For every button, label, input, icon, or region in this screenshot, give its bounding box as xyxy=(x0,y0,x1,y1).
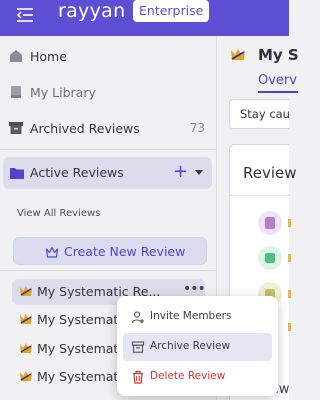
folder-icon xyxy=(10,168,24,179)
status-indicator xyxy=(288,290,291,298)
home-icon xyxy=(10,50,22,62)
view-all-reviews-link[interactable]: View All Reviews xyxy=(17,208,100,219)
library-icon xyxy=(11,86,21,98)
notice-banner: Stay cau xyxy=(229,99,290,129)
menu-item-label: Archive Review xyxy=(150,340,231,352)
sidebar-item-my-library[interactable]: My Library xyxy=(0,74,217,110)
divider xyxy=(0,149,217,150)
collapse-menu-icon[interactable] xyxy=(14,4,36,26)
menu-item-archive-review[interactable]: Archive Review xyxy=(123,333,272,361)
more-options-icon[interactable]: ••• xyxy=(183,281,206,297)
sidebar-item-home[interactable]: Home xyxy=(0,38,217,74)
sidebar-item-label: Archived Reviews xyxy=(30,120,140,136)
crown-icon xyxy=(20,371,32,381)
menu-item-label: Invite Members xyxy=(150,310,232,322)
enterprise-badge: Enterprise xyxy=(133,0,210,22)
tab-underline xyxy=(258,91,298,93)
user-plus-icon xyxy=(131,311,144,324)
archive-icon xyxy=(131,341,145,353)
top-bar: rayyan Enterprise xyxy=(0,0,289,36)
avatar xyxy=(258,211,282,235)
sidebar-item-label: My Library xyxy=(30,84,96,100)
review-item-label: My Systematic xyxy=(37,341,129,356)
status-indicator xyxy=(288,323,291,331)
crown-icon xyxy=(20,286,32,296)
review-title: My S xyxy=(258,46,299,64)
review-context-menu: Invite Members Archive Review Delete Rev… xyxy=(117,296,278,396)
banner-text: Stay cau xyxy=(240,107,290,121)
review-item-label: My Systematic xyxy=(37,369,129,384)
menu-item-delete-review[interactable]: Delete Review xyxy=(123,363,272,391)
tab-overview[interactable]: Overv xyxy=(258,73,297,88)
sidebar-item-archived-reviews[interactable]: Archived Reviews 73 xyxy=(0,110,217,146)
review-item-label: My Systematic xyxy=(37,312,129,327)
add-review-button[interactable]: + xyxy=(173,161,188,182)
sidebar-item-label: Home xyxy=(30,48,67,64)
chevron-down-icon[interactable] xyxy=(195,170,203,175)
active-reviews-label: Active Reviews xyxy=(30,165,124,180)
active-reviews-header[interactable]: Active Reviews + xyxy=(3,157,212,189)
menu-item-label: Delete Review xyxy=(150,370,226,382)
archived-count: 73 xyxy=(189,121,205,135)
avatar xyxy=(258,246,282,270)
card-title: Review xyxy=(243,164,297,182)
status-indicator xyxy=(288,254,291,262)
archive-box-icon xyxy=(9,122,23,134)
menu-item-invite-members[interactable]: Invite Members xyxy=(123,303,272,331)
create-new-review-button[interactable]: Create New Review xyxy=(13,237,207,265)
crown-icon xyxy=(45,246,59,258)
divider xyxy=(230,195,290,196)
create-new-review-label: Create New Review xyxy=(64,244,186,259)
crown-icon xyxy=(231,49,245,60)
crown-icon xyxy=(20,314,32,324)
status-indicator xyxy=(288,219,291,227)
divider xyxy=(0,270,217,271)
brand-logo[interactable]: rayyan xyxy=(58,0,125,22)
trash-icon xyxy=(133,370,143,384)
crown-icon xyxy=(20,343,32,353)
